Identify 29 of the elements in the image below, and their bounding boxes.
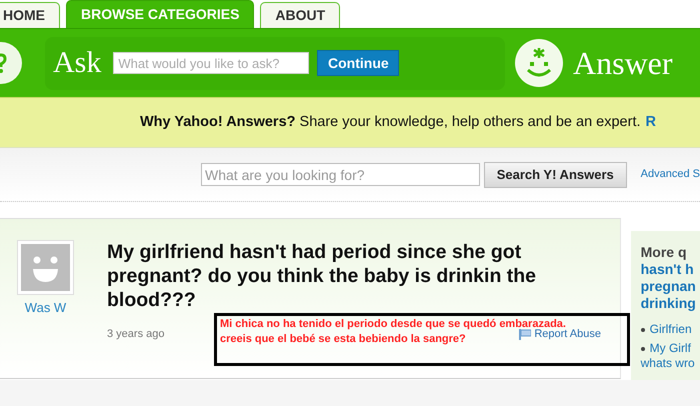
search-button[interactable]: Search Y! Answers — [484, 162, 627, 188]
question-title: My girlfriend hasn't had period since she got pregnant? do you think the baby is drinkin the blood??? — [107, 240, 538, 312]
answer-title: Answer — [573, 47, 673, 79]
author-link[interactable]: Was W — [17, 298, 74, 318]
bullet-icon — [640, 328, 645, 332]
ask-title: Ask — [53, 48, 102, 78]
question-time: 3 years ago — [107, 327, 164, 342]
nav-tab[interactable]: ABOUT — [260, 2, 340, 28]
flag-icon — [519, 328, 532, 340]
related-link[interactable]: Girlfrien — [650, 322, 692, 337]
related-question-link[interactable]: drinking — [640, 295, 700, 312]
related-question-link[interactable]: hasn't h — [640, 261, 700, 278]
promo-link[interactable]: R — [646, 112, 656, 134]
related-link[interactable]: whats wro — [640, 356, 695, 371]
related-question-link[interactable]: pregnan — [640, 278, 700, 295]
avatar-icon — [17, 240, 74, 295]
related-link[interactable]: My Girlf — [650, 341, 691, 356]
report-abuse-text: Report Abuse — [534, 328, 601, 342]
promo-text: Why Yahoo! Answers? Share your knowledge, help others and be an expert. — [140, 112, 641, 132]
bullet-icon — [640, 346, 645, 350]
sidebar-heading: More q — [640, 243, 688, 261]
advanced-search-link[interactable]: Advanced S — [640, 166, 700, 183]
continue-button[interactable]: Continue — [317, 50, 400, 76]
search-field[interactable]: What are you looking for? — [201, 163, 480, 186]
translation-text: creeis que el bebé se esta bebiendo la sangre? — [220, 332, 466, 347]
smiley-icon — [515, 39, 563, 87]
nav-tab[interactable]: HOME — [0, 2, 60, 28]
ask-field[interactable]: What would you like to ask? — [113, 52, 310, 74]
nav-tab[interactable]: BROWSE CATEGORIES — [66, 0, 254, 28]
